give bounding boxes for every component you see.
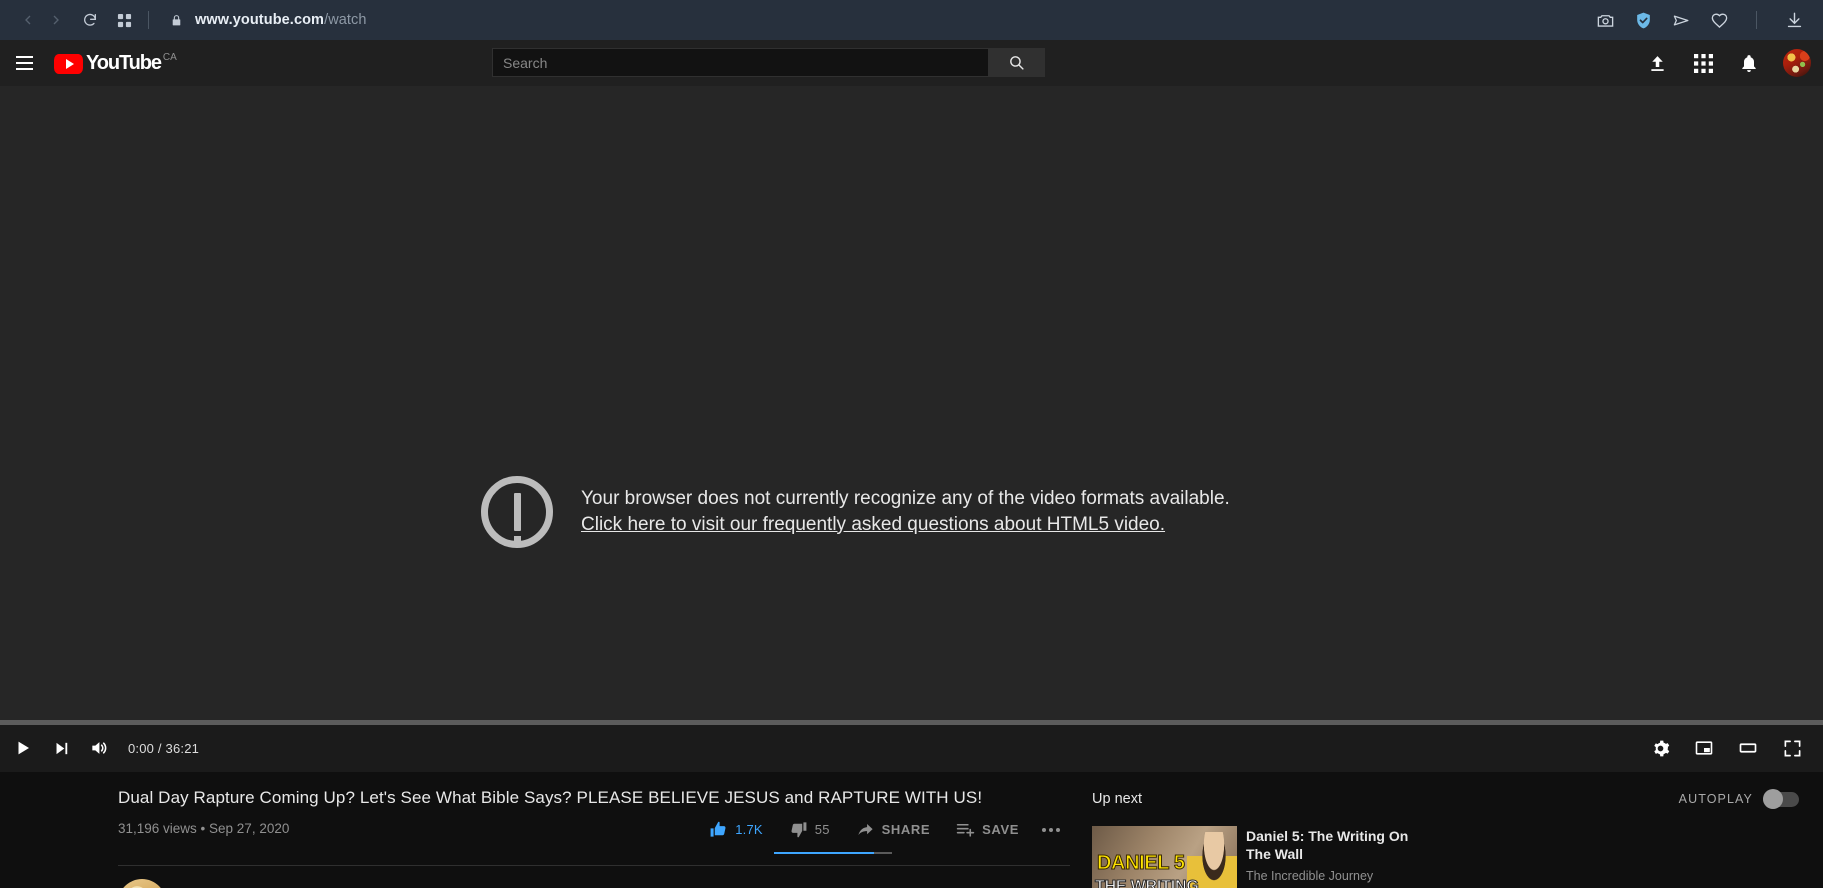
view-count-and-date: 31,196 views • Sep 27, 2020 — [118, 821, 290, 836]
autoplay-control[interactable]: AUTOPLAY — [1678, 789, 1799, 809]
controls-left-group: 0:00 / 36:21 — [0, 727, 199, 769]
youtube-wordmark: YouTube — [86, 52, 162, 74]
upload-icon[interactable] — [1645, 51, 1669, 75]
channel-avatar[interactable] — [118, 879, 166, 888]
suggestion-title[interactable]: Daniel 5: The Writing On The Wall — [1246, 827, 1421, 863]
fullscreen-icon[interactable] — [1773, 727, 1811, 769]
miniplayer-icon[interactable] — [1685, 727, 1723, 769]
search-button[interactable] — [988, 48, 1045, 77]
share-label: SHARE — [881, 822, 931, 837]
html5-faq-link[interactable]: Click here to visit our frequently asked… — [581, 512, 1165, 538]
progress-scrubber[interactable] — [0, 720, 1823, 725]
next-track-icon[interactable] — [42, 727, 80, 769]
player-controls-bar: 0:00 / 36:21 — [0, 720, 1823, 772]
lock-icon — [167, 11, 185, 29]
time-display: 0:00 / 36:21 — [128, 740, 200, 756]
actions-divider — [1756, 11, 1757, 29]
camera-icon[interactable] — [1594, 9, 1616, 31]
dislike-count: 55 — [814, 822, 830, 837]
theater-mode-icon[interactable] — [1729, 727, 1767, 769]
youtube-masthead: YouTube CA — [0, 40, 1823, 86]
like-ratio-bar — [774, 852, 892, 854]
country-code-label: CA — [162, 52, 177, 63]
controls-right-group — [1641, 727, 1823, 769]
thumbnail-title-line1: DANIEL 5 — [1097, 852, 1186, 875]
back-arrow-icon[interactable] — [14, 6, 42, 34]
primary-column: Dual Day Rapture Coming Up? Let's See Wh… — [0, 786, 1092, 888]
download-icon[interactable] — [1783, 9, 1805, 31]
volume-icon[interactable] — [80, 727, 118, 769]
youtube-play-icon — [54, 54, 83, 74]
url-text: www.youtube.com/watch — [195, 12, 367, 28]
dot — [1056, 827, 1060, 832]
exclamation-mark — [513, 493, 521, 543]
masthead-actions — [1645, 49, 1823, 77]
like-ratio-fill — [774, 852, 875, 854]
toolbar-divider — [148, 11, 149, 29]
error-primary-text: Your browser does not currently recogniz… — [581, 487, 1230, 509]
search-bar — [492, 48, 1045, 77]
dot — [1042, 827, 1046, 832]
guide-menu-button[interactable] — [4, 43, 44, 83]
bell-icon[interactable] — [1737, 51, 1761, 75]
video-meta-row: 31,196 views • Sep 27, 2020 1.7K 55 SHAR… — [118, 819, 1070, 854]
suggestion-thumbnail[interactable]: DANIEL 5 THE WRITING — [1092, 826, 1237, 888]
browser-toolbar: www.youtube.com/watch — [0, 0, 1823, 40]
list-item[interactable]: DANIEL 5 THE WRITING Daniel 5: The Writi… — [1092, 826, 1799, 888]
like-button[interactable]: 1.7K — [696, 816, 776, 843]
search-input[interactable] — [492, 48, 988, 77]
hamburger-line — [15, 56, 33, 58]
thumbnail-title-line2: THE WRITING — [1095, 878, 1200, 888]
more-actions-button[interactable] — [1032, 824, 1070, 836]
reload-icon[interactable] — [76, 6, 104, 34]
up-next-header: Up next AUTOPLAY — [1092, 786, 1799, 812]
exclamation-circle-icon — [481, 476, 553, 548]
send-icon[interactable] — [1670, 9, 1692, 31]
player-error-message: Your browser does not currently recogniz… — [481, 476, 1230, 548]
url-domain: www.youtube.com — [195, 12, 325, 28]
below-player-content: Dual Day Rapture Coming Up? Let's See Wh… — [0, 772, 1823, 888]
suggestion-info: Daniel 5: The Writing On The Wall The In… — [1246, 826, 1421, 888]
forward-arrow-icon[interactable] — [42, 6, 70, 34]
save-button[interactable]: SAVE — [943, 816, 1032, 843]
url-path: /watch — [324, 12, 367, 28]
share-button[interactable]: SHARE — [843, 816, 944, 843]
apps-grid-icon[interactable] — [1691, 51, 1715, 75]
account-avatar[interactable] — [1783, 49, 1811, 77]
autoplay-label: AUTOPLAY — [1678, 792, 1753, 806]
video-action-buttons: 1.7K 55 SHARE SAVE — [696, 816, 1070, 843]
shield-check-icon[interactable] — [1632, 9, 1654, 31]
page-title: Dual Day Rapture Coming Up? Let's See Wh… — [118, 788, 983, 807]
autoplay-toggle[interactable] — [1763, 789, 1799, 809]
save-label: SAVE — [982, 822, 1019, 837]
dislike-button[interactable]: 55 — [776, 816, 843, 843]
toggle-knob — [1763, 789, 1783, 809]
play-icon[interactable] — [4, 727, 42, 769]
browser-actions — [1594, 9, 1809, 31]
hamburger-line — [15, 62, 33, 64]
youtube-logo[interactable]: YouTube CA — [54, 52, 177, 74]
video-player[interactable]: Your browser does not currently recogniz… — [0, 86, 1823, 720]
address-bar[interactable]: www.youtube.com/watch — [167, 11, 367, 29]
tab-grid-icon[interactable] — [110, 6, 138, 34]
up-next-label: Up next — [1092, 791, 1142, 807]
gear-icon[interactable] — [1641, 727, 1679, 769]
error-text-block: Your browser does not currently recogniz… — [581, 486, 1230, 539]
hamburger-line — [15, 68, 33, 70]
secondary-column: Up next AUTOPLAY DANIEL 5 THE WRITING Da… — [1092, 786, 1823, 888]
dot — [1049, 827, 1053, 832]
heart-icon[interactable] — [1708, 9, 1730, 31]
suggestion-channel[interactable]: The Incredible Journey — [1246, 869, 1421, 883]
like-count: 1.7K — [735, 822, 763, 837]
channel-row — [118, 866, 1070, 888]
